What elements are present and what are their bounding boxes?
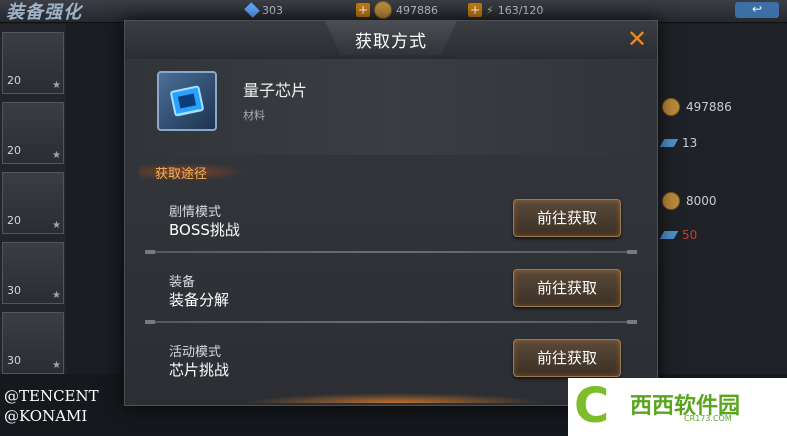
coin-icon <box>374 1 392 19</box>
background-title: 装备强化 <box>6 2 82 23</box>
route-name: BOSS挑战 <box>169 221 240 239</box>
gem-cost-2: 50 <box>659 228 697 242</box>
route-category: 活动模式 <box>169 345 222 360</box>
equipment-slot[interactable]: 30 ★ <box>2 312 64 374</box>
star-icon: ★ <box>52 150 61 161</box>
star-icon: ★ <box>52 80 61 91</box>
route-name: 芯片挑战 <box>169 361 230 379</box>
diamond-resource: 303 <box>244 1 283 19</box>
go-obtain-button[interactable]: 前往获取 <box>513 269 621 307</box>
section-label: 获取途径 <box>139 163 247 182</box>
acquire-method-dialog: 获取方式 ✕ 量子芯片 材料 获取途径 剧情模式 BOSS挑战 前往获取 装备 … <box>124 20 658 406</box>
diamond-icon <box>244 2 260 18</box>
equipment-slot[interactable]: 20 ★ <box>2 102 64 164</box>
coin-icon <box>662 192 680 210</box>
item-name: 量子芯片 <box>243 81 308 100</box>
coin-cost: 497886 <box>662 98 732 116</box>
coin-resource: + 497886 <box>356 1 438 19</box>
route-item-boss: 剧情模式 BOSS挑战 前往获取 <box>145 195 645 251</box>
equipment-slot[interactable]: 30 ★ <box>2 242 64 304</box>
back-button[interactable]: ↩ <box>735 2 779 18</box>
equipment-slot[interactable]: 20 ★ <box>2 172 64 234</box>
divider <box>145 250 637 254</box>
add-diamond-icon[interactable]: + <box>356 3 370 17</box>
coin-cost-2: 8000 <box>662 192 717 210</box>
blue-gem-icon <box>659 231 679 239</box>
route-name: 装备分解 <box>169 291 230 309</box>
gem-cost: 13 <box>659 136 697 150</box>
star-icon: ★ <box>52 290 61 301</box>
star-icon: ★ <box>52 220 61 231</box>
energy-icon: ⚡ <box>486 3 494 17</box>
divider <box>145 320 637 324</box>
route-item-dismantle: 装备 装备分解 前往获取 <box>145 265 645 321</box>
quantum-chip-icon <box>157 71 217 131</box>
star-icon: ★ <box>52 360 61 371</box>
item-type: 材料 <box>243 109 265 122</box>
dialog-header: 获取方式 ✕ <box>125 21 657 60</box>
bottom-glow <box>245 393 545 403</box>
logo-url: CR173.COM <box>684 414 732 423</box>
coin-icon <box>662 98 680 116</box>
add-coin-icon[interactable]: + <box>468 3 482 17</box>
equipment-list: 20 ★ 20 ★ 20 ★ 30 ★ 30 ★ <box>0 24 66 374</box>
dialog-title: 获取方式 <box>355 32 427 52</box>
route-category: 装备 <box>169 275 196 290</box>
go-obtain-button[interactable]: 前往获取 <box>513 199 621 237</box>
logo-mark-icon: C <box>574 378 610 434</box>
equipment-slot[interactable]: 20 ★ <box>2 32 64 94</box>
close-button[interactable]: ✕ <box>623 25 651 53</box>
go-obtain-button[interactable]: 前往获取 <box>513 339 621 377</box>
cost-panel: 497886 13 8000 50 <box>656 24 787 374</box>
item-info: 量子芯片 材料 <box>125 59 657 155</box>
blue-gem-icon <box>659 139 679 147</box>
energy-resource: + ⚡ 163/120 <box>468 3 544 17</box>
copyright-text: @TENCENT @KONAMI <box>4 387 99 425</box>
route-category: 剧情模式 <box>169 205 222 220</box>
site-logo: C 西西软件园 CR173.COM <box>568 378 787 436</box>
